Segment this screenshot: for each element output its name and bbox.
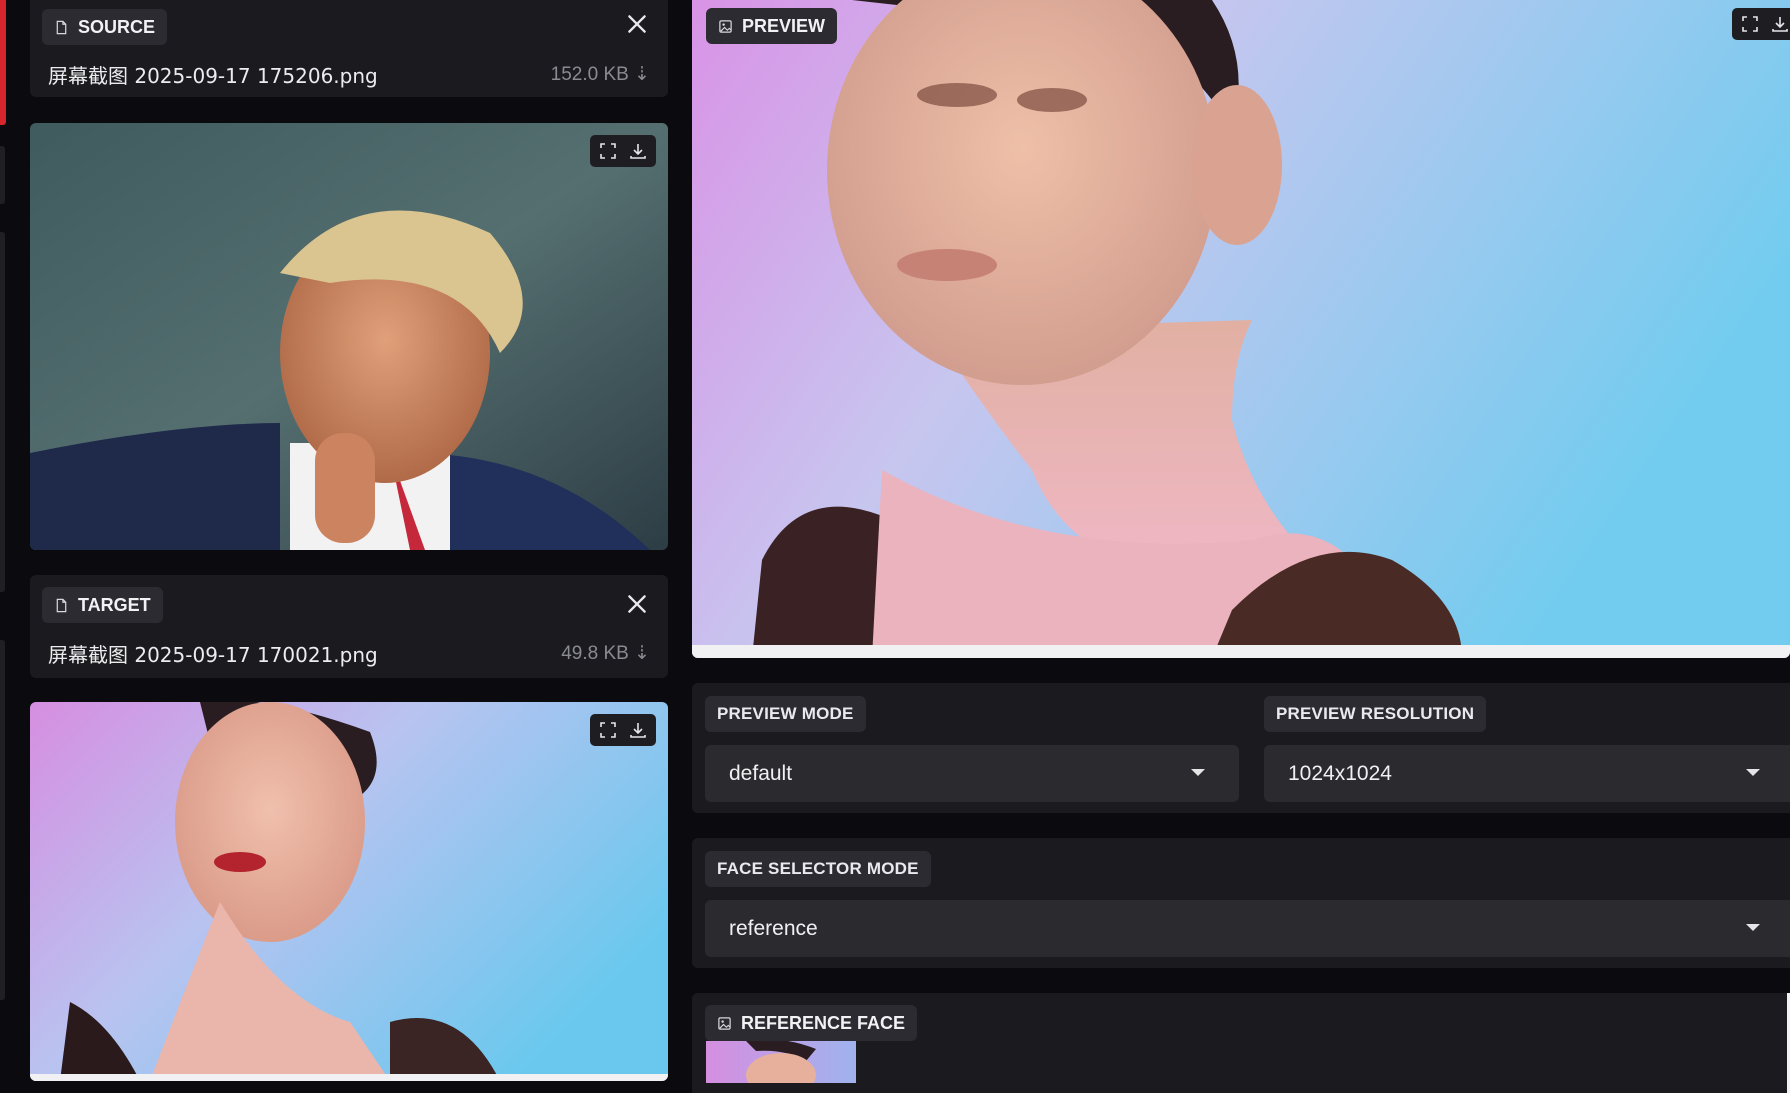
- target-file-name[interactable]: 屏幕截图 2025-09-17 170021.png: [48, 639, 378, 668]
- target-photo: [30, 702, 668, 1081]
- image-icon: [719, 19, 732, 33]
- preview-photo: [692, 0, 1790, 658]
- preview-label-text: PREVIEW: [742, 15, 826, 36]
- edge-marker: [0, 640, 5, 1000]
- target-image-tools: [590, 714, 656, 746]
- target-image: [30, 702, 668, 1081]
- fullscreen-icon[interactable]: [598, 141, 618, 161]
- source-photo: [30, 123, 668, 550]
- preview-image-tools: [1732, 8, 1790, 40]
- file-icon: [56, 598, 67, 612]
- preview-mode-select[interactable]: default: [705, 745, 1239, 802]
- download-icon[interactable]: [1770, 14, 1790, 34]
- face-selector-mode-label: FACE SELECTOR MODE: [705, 851, 931, 887]
- fullscreen-icon[interactable]: [598, 720, 618, 740]
- source-image: [30, 123, 668, 550]
- fullscreen-icon[interactable]: [1740, 14, 1760, 34]
- preview-settings-panel: PREVIEW MODE default PREVIEW RESOLUTION …: [692, 683, 1790, 813]
- download-icon[interactable]: [628, 720, 648, 740]
- source-file-name[interactable]: 屏幕截图 2025-09-17 175206.png: [48, 60, 378, 89]
- chevron-down-icon[interactable]: [1746, 924, 1760, 931]
- target-file-panel: TARGET 屏幕截图 2025-09-17 170021.png 49.8 K…: [30, 575, 668, 678]
- face-selector-mode-select[interactable]: reference: [705, 900, 1790, 957]
- image-icon: [718, 1016, 731, 1030]
- target-file-row[interactable]: 屏幕截图 2025-09-17 170021.png 49.8 KB ⇣: [48, 639, 650, 668]
- source-label-text: SOURCE: [78, 16, 156, 37]
- reference-face-thumbnail[interactable]: [706, 1041, 856, 1083]
- target-file-size[interactable]: 49.8 KB ⇣: [561, 642, 650, 665]
- face-selector-mode-value[interactable]: reference: [729, 917, 818, 941]
- source-image-tools: [590, 135, 656, 167]
- chevron-down-icon[interactable]: [1746, 769, 1760, 776]
- reference-face-label: REFERENCE FACE: [705, 1005, 918, 1041]
- reference-face-label-text: REFERENCE FACE: [741, 1012, 906, 1033]
- close-icon[interactable]: [624, 591, 650, 617]
- preview-label: PREVIEW: [706, 8, 838, 44]
- reference-face-panel: REFERENCE FACE: [692, 993, 1790, 1093]
- source-file-panel: SOURCE 屏幕截图 2025-09-17 175206.png 152.0 …: [30, 0, 668, 97]
- face-selector-panel: FACE SELECTOR MODE reference: [692, 838, 1790, 968]
- active-indicator: [0, 0, 6, 125]
- source-file-row[interactable]: 屏幕截图 2025-09-17 175206.png 152.0 KB ⇣: [48, 60, 650, 89]
- chevron-down-icon[interactable]: [1191, 769, 1205, 776]
- file-icon: [56, 20, 67, 34]
- preview-mode-value[interactable]: default: [729, 762, 792, 786]
- preview-resolution-select[interactable]: 1024x1024: [1264, 745, 1790, 802]
- target-label-text: TARGET: [78, 594, 151, 615]
- source-file-size[interactable]: 152.0 KB ⇣: [551, 63, 650, 86]
- close-icon[interactable]: [624, 11, 650, 37]
- preview-mode-label: PREVIEW MODE: [705, 696, 866, 732]
- preview-resolution-label: PREVIEW RESOLUTION: [1264, 696, 1487, 732]
- preview-image: PREVIEW: [692, 0, 1790, 658]
- source-label: SOURCE: [42, 9, 168, 45]
- edge-marker: [0, 146, 5, 204]
- download-icon[interactable]: [628, 141, 648, 161]
- preview-resolution-value[interactable]: 1024x1024: [1288, 762, 1392, 786]
- target-label: TARGET: [42, 587, 163, 623]
- edge-marker: [0, 232, 5, 592]
